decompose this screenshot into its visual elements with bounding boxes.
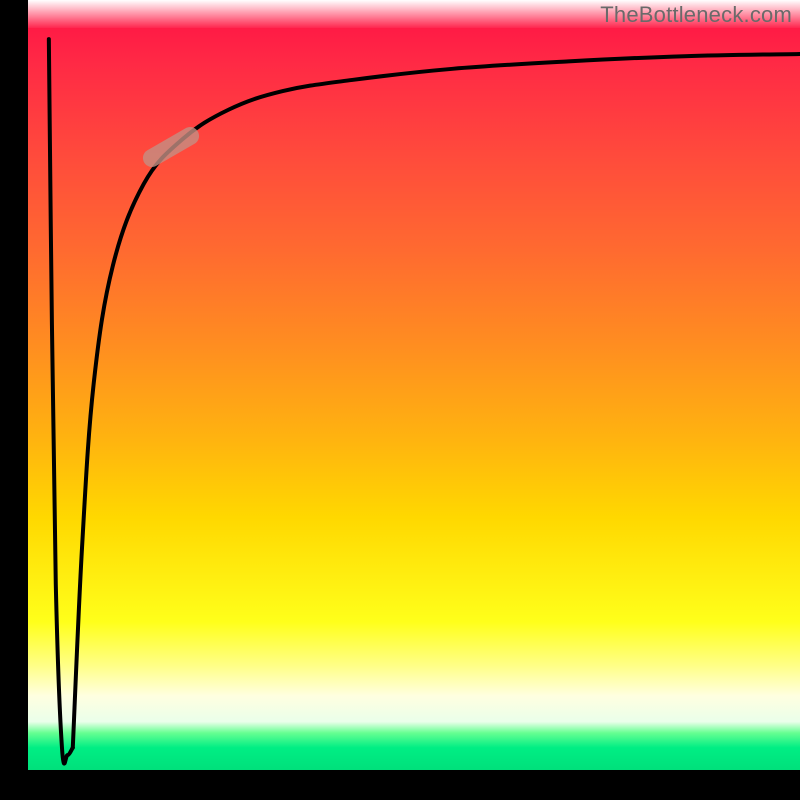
chart-stage: TheBottleneck.com <box>0 0 800 800</box>
curve-main <box>73 54 800 748</box>
curve-layer <box>0 0 800 800</box>
curve-left-dip <box>49 39 73 763</box>
watermark-text: TheBottleneck.com <box>600 2 792 28</box>
